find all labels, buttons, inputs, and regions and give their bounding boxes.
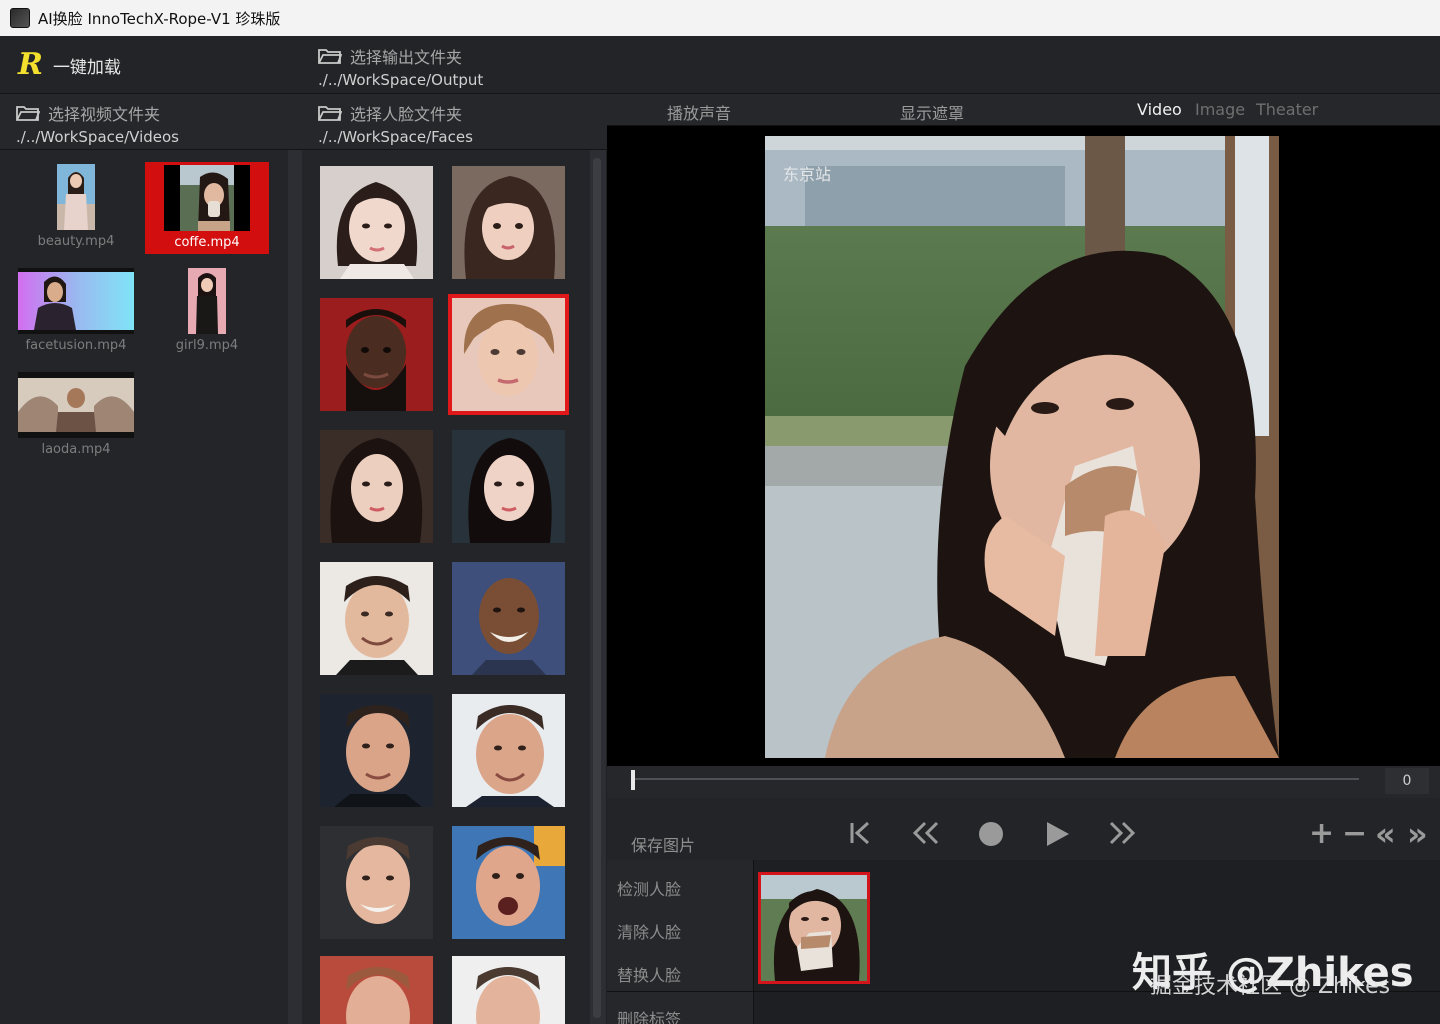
video-frame: 东京站	[765, 136, 1279, 758]
tab-image[interactable]: Image	[1195, 100, 1245, 119]
video-thumbnail	[18, 268, 134, 334]
video-folder-selector[interactable]: 选择视频文件夹 ./../WorkSpace/Videos	[16, 101, 179, 146]
video-thumbnail	[164, 165, 250, 231]
output-folder-selector[interactable]: 选择输出文件夹 ./../WorkSpace/Output	[318, 44, 483, 89]
video-item[interactable]: girl9.mp4	[145, 268, 269, 353]
tab-video[interactable]: Video	[1137, 100, 1182, 119]
folder-icon	[318, 105, 342, 121]
swap-faces-button[interactable]: 替换人脸	[617, 962, 681, 986]
top-bar: R 一键加载 选择输出文件夹 ./../WorkSpace/Output	[0, 36, 1440, 94]
folder-icon	[16, 105, 40, 121]
timeline: 0	[607, 766, 1440, 798]
face-actions: 检测人脸 清除人脸 替换人脸 删除标签	[607, 860, 753, 1024]
face-folder-selector[interactable]: 选择人脸文件夹 ./../WorkSpace/Faces	[318, 101, 473, 146]
video-name: coffe.mp4	[174, 235, 240, 250]
video-name: laoda.mp4	[41, 442, 111, 457]
face-thumbnail[interactable]	[320, 562, 433, 675]
divider	[607, 991, 753, 992]
window-title: AI换脸 InnoTechX-Rope-V1 珍珠版	[38, 9, 281, 28]
delete-tag-button[interactable]: 删除标签	[617, 1006, 681, 1024]
face-grid-scrollbar[interactable]	[590, 150, 606, 1024]
face-thumbnail[interactable]	[320, 430, 433, 543]
timeline-handle[interactable]	[631, 770, 635, 790]
face-thumbnail[interactable]	[452, 694, 565, 807]
app-icon	[10, 8, 30, 28]
play-audio-toggle[interactable]: 播放声音	[667, 100, 731, 124]
watermark-sub: 掘金技术社区 @ Zhikes	[1150, 974, 1391, 999]
face-thumbnail[interactable]	[320, 826, 433, 939]
video-item[interactable]: laoda.mp4	[14, 372, 138, 457]
video-list-scrollbar[interactable]	[288, 150, 302, 1024]
playback-controls: 保存图片 + − « »	[607, 798, 1440, 860]
load-label: 一键加载	[52, 57, 121, 78]
face-thumbnail[interactable]	[320, 166, 433, 279]
videos-header: 选择视频文件夹 ./../WorkSpace/Videos	[0, 94, 302, 150]
video-folder-path: ./../WorkSpace/Videos	[16, 128, 180, 146]
video-thumbnail	[188, 268, 226, 334]
video-thumbnail	[57, 164, 95, 230]
record-icon[interactable]	[977, 820, 1005, 848]
video-folder-label: 选择视频文件夹	[48, 105, 161, 124]
clear-faces-button[interactable]: 清除人脸	[617, 919, 681, 943]
video-viewer[interactable]: 东京站	[607, 126, 1440, 766]
video-name: beauty.mp4	[37, 234, 115, 249]
timeline-slider[interactable]	[631, 778, 1359, 780]
one-click-load-button[interactable]: R 一键加载	[18, 50, 121, 80]
face-thumbnail[interactable]	[452, 430, 565, 543]
face-thumbnail[interactable]	[452, 562, 565, 675]
save-image-button[interactable]: 保存图片	[631, 832, 695, 856]
frame-counter[interactable]: 0	[1385, 768, 1429, 794]
face-thumbnail[interactable]	[452, 826, 565, 939]
show-mask-toggle[interactable]: 显示遮罩	[900, 100, 964, 124]
video-item-selected[interactable]: coffe.mp4	[145, 162, 269, 254]
play-icon[interactable]	[1043, 820, 1071, 848]
logo: R	[18, 47, 43, 82]
window-titlebar: AI换脸 InnoTechX-Rope-V1 珍珠版	[0, 0, 1440, 36]
face-folder-label: 选择人脸文件夹	[350, 105, 463, 124]
video-name: facetusion.mp4	[25, 338, 127, 353]
detect-faces-button[interactable]: 检测人脸	[617, 876, 681, 900]
video-list: beauty.mp4 coffe.mp4 facetusion.mp4 girl…	[0, 150, 288, 1024]
face-thumbnail[interactable]	[452, 166, 565, 279]
faces-header: 选择人脸文件夹 ./../WorkSpace/Faces	[302, 94, 607, 150]
video-thumbnail	[18, 372, 134, 438]
video-item[interactable]: beauty.mp4	[14, 164, 138, 249]
next-marker-button[interactable]: »	[1407, 818, 1428, 850]
face-thumbnail[interactable]	[320, 956, 433, 1024]
fast-forward-icon[interactable]	[1107, 820, 1137, 846]
face-folder-path: ./../WorkSpace/Faces	[318, 128, 473, 146]
tab-theater[interactable]: Theater	[1256, 100, 1318, 119]
preview-header: 播放声音 显示遮罩 Video Image Theater	[607, 94, 1440, 126]
skip-to-start-icon[interactable]	[847, 820, 873, 846]
output-folder-label: 选择输出文件夹	[350, 48, 463, 67]
face-thumbnail[interactable]	[320, 694, 433, 807]
output-folder-path: ./../WorkSpace/Output	[318, 71, 484, 89]
face-grid	[302, 150, 590, 1024]
remove-marker-button[interactable]: −	[1342, 819, 1367, 849]
frame-caption: 东京站	[783, 165, 831, 184]
add-marker-button[interactable]: +	[1309, 819, 1334, 849]
video-name: girl9.mp4	[175, 338, 239, 353]
detected-face-thumbnail[interactable]	[758, 872, 870, 984]
face-thumbnail[interactable]	[320, 298, 433, 411]
face-thumbnail-selected[interactable]	[448, 294, 569, 415]
folder-icon	[318, 48, 342, 64]
rewind-icon[interactable]	[911, 820, 941, 846]
scrollbar-thumb[interactable]	[593, 158, 601, 1018]
prev-marker-button[interactable]: «	[1375, 818, 1396, 850]
video-item[interactable]: facetusion.mp4	[14, 268, 138, 353]
face-thumbnail[interactable]	[452, 956, 565, 1024]
